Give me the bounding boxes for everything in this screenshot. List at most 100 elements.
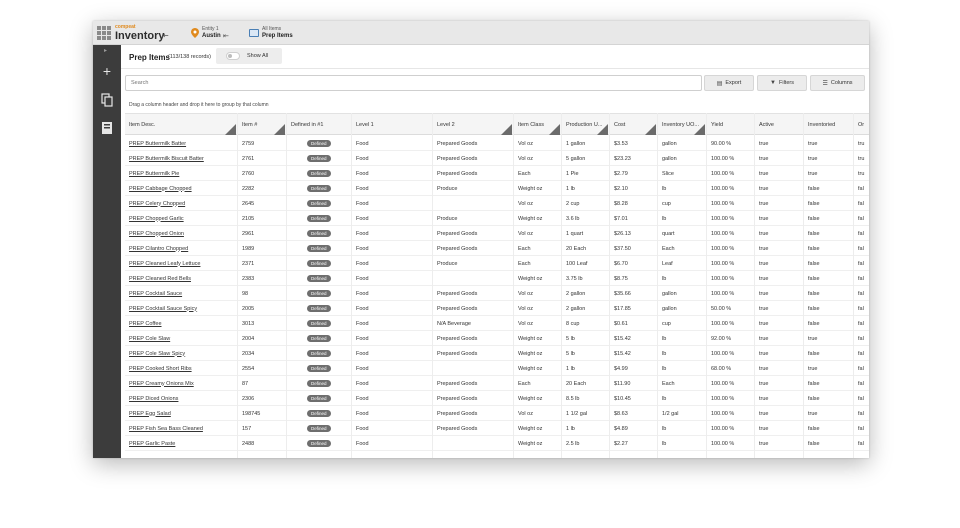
column-header[interactable]: Defined in #1 xyxy=(287,114,352,136)
defined-badge[interactable]: Defined xyxy=(307,439,331,447)
column-divider xyxy=(706,113,707,458)
defined-badge[interactable]: Defined xyxy=(307,139,331,147)
defined-badge[interactable]: Defined xyxy=(307,349,331,357)
column-header[interactable]: Yield xyxy=(707,114,755,136)
defined-badge[interactable]: Defined xyxy=(307,394,331,402)
item-desc-link[interactable]: PREP Celery Chopped xyxy=(125,196,238,211)
app-switch-icon[interactable]: ⇤ xyxy=(162,31,169,40)
export-label: Export xyxy=(725,80,742,86)
item-desc-link[interactable]: PREP Cilantro Chopped xyxy=(125,241,238,256)
defined-cell: Defined xyxy=(287,226,352,241)
sidebar: ▸ + xyxy=(93,45,121,458)
item-desc-link[interactable]: PREP Buttermilk Batter xyxy=(125,136,238,151)
table-cell: 100.00 % xyxy=(711,395,735,402)
column-filter-icon[interactable] xyxy=(274,124,285,135)
export-button[interactable]: ▤ Export xyxy=(704,75,754,91)
item-desc-link[interactable]: PREP Coffee xyxy=(125,316,238,331)
item-desc-link[interactable]: PREP Cabbage Chopped xyxy=(125,181,238,196)
table-cell: Produce xyxy=(437,260,458,267)
defined-cell: Defined xyxy=(287,136,352,151)
defined-badge[interactable]: Defined xyxy=(307,259,331,267)
defined-badge[interactable]: Defined xyxy=(307,424,331,432)
column-header[interactable]: Production U... xyxy=(562,114,610,136)
item-desc-link[interactable]: PREP Cocktail Sauce Spicy xyxy=(125,301,238,316)
entity-switch-icon[interactable]: ⇤ xyxy=(223,32,229,40)
column-filter-icon[interactable] xyxy=(549,124,560,135)
item-desc-link[interactable]: PREP Cleaned Leafy Lettuce xyxy=(125,256,238,271)
defined-badge[interactable]: Defined xyxy=(307,304,331,312)
table-cell: false xyxy=(808,215,820,222)
item-desc-link[interactable]: PREP Fish Sea Bass Cleaned xyxy=(125,421,238,436)
column-header[interactable]: Cost xyxy=(610,114,658,136)
app-launcher-icon[interactable] xyxy=(97,26,111,40)
defined-badge[interactable]: Defined xyxy=(307,364,331,372)
column-header[interactable]: Level 2 xyxy=(433,114,514,136)
column-filter-icon[interactable] xyxy=(501,124,512,135)
expand-sidebar-icon[interactable]: ▸ xyxy=(104,47,107,54)
item-desc-link[interactable]: PREP Cole Slaw xyxy=(125,331,238,346)
item-desc-link[interactable]: PREP Buttermilk Pie xyxy=(125,166,238,181)
column-filter-icon[interactable] xyxy=(225,124,236,135)
column-header[interactable]: Inventory UO... xyxy=(658,114,707,136)
column-header[interactable]: Or xyxy=(854,114,869,136)
table-cell: $23.23 xyxy=(614,155,631,162)
item-desc-link[interactable]: PREP Chopped Garlic xyxy=(125,211,238,226)
item-desc-link[interactable]: PREP Cooked Short Ribs xyxy=(125,361,238,376)
table-cell: false xyxy=(808,290,820,297)
defined-badge[interactable]: Defined xyxy=(307,289,331,297)
table-cell: Food xyxy=(356,305,369,312)
defined-badge[interactable]: Defined xyxy=(307,199,331,207)
column-header[interactable]: Item # xyxy=(238,114,287,136)
item-desc-link[interactable]: PREP Cocktail Sauce xyxy=(125,286,238,301)
item-desc-link[interactable]: PREP Creamy Onions Mix xyxy=(125,376,238,391)
item-desc-link[interactable]: PREP Diced Onions xyxy=(125,391,238,406)
defined-badge[interactable]: Defined xyxy=(307,244,331,252)
defined-badge[interactable]: Defined xyxy=(307,334,331,342)
defined-badge[interactable]: Defined xyxy=(307,154,331,162)
filters-button[interactable]: ▼ Filters xyxy=(757,75,807,91)
defined-badge[interactable]: Defined xyxy=(307,169,331,177)
column-header[interactable]: Level 1 xyxy=(352,114,433,136)
column-header[interactable]: Item Class xyxy=(514,114,562,136)
column-header[interactable]: Inventoried xyxy=(804,114,854,136)
entity-selector[interactable]: Austin xyxy=(202,33,221,39)
table-cell: 8.5 lb xyxy=(566,395,580,402)
columns-button[interactable]: ☰ Columns xyxy=(810,75,865,91)
app-title[interactable]: Inventory xyxy=(115,30,165,42)
show-all-toggle[interactable] xyxy=(226,52,240,60)
defined-badge[interactable]: Defined xyxy=(307,319,331,327)
item-desc-link[interactable]: PREP Buttermilk Biscuit Batter xyxy=(125,151,238,166)
item-desc-link[interactable]: PREP Garlic Paste xyxy=(125,436,238,451)
add-icon[interactable]: + xyxy=(100,64,114,78)
defined-badge[interactable]: Defined xyxy=(307,184,331,192)
table-cell: Food xyxy=(356,425,369,432)
breadcrumb-parent[interactable]: All Items xyxy=(262,26,281,32)
defined-badge[interactable]: Defined xyxy=(307,274,331,282)
table-cell: 2554 xyxy=(242,365,255,372)
item-desc-link[interactable]: PREP Chopped Onion xyxy=(125,226,238,241)
book-icon[interactable] xyxy=(100,121,114,135)
record-count: (113/138 records) xyxy=(168,54,212,60)
item-desc-link[interactable]: PREP Cole Slaw Spicy xyxy=(125,346,238,361)
column-filter-icon[interactable] xyxy=(645,124,656,135)
item-desc-link[interactable]: PREP Cleaned Red Bells xyxy=(125,271,238,286)
defined-badge[interactable]: Defined xyxy=(307,409,331,417)
column-header[interactable]: Item Desc. xyxy=(125,114,238,136)
defined-badge[interactable]: Defined xyxy=(307,229,331,237)
column-filter-icon[interactable] xyxy=(597,124,608,135)
item-desc-link[interactable]: PREP Egg Salad xyxy=(125,406,238,421)
defined-cell: Defined xyxy=(287,181,352,196)
defined-badge[interactable]: Defined xyxy=(307,379,331,387)
table-cell: Food xyxy=(356,275,369,282)
copy-icon[interactable] xyxy=(100,93,114,107)
column-header[interactable]: Active xyxy=(755,114,804,136)
table-cell: $0.61 xyxy=(614,320,628,327)
defined-cell: Defined xyxy=(287,391,352,406)
defined-badge[interactable]: Defined xyxy=(307,214,331,222)
title-row: Prep Items (113/138 records) Show All xyxy=(121,45,869,69)
table-cell: Vol oz xyxy=(518,155,533,162)
search-input[interactable] xyxy=(125,75,702,91)
table-cell: fal xyxy=(858,290,864,297)
column-filter-icon[interactable] xyxy=(694,124,705,135)
defined-cell: Defined xyxy=(287,166,352,181)
